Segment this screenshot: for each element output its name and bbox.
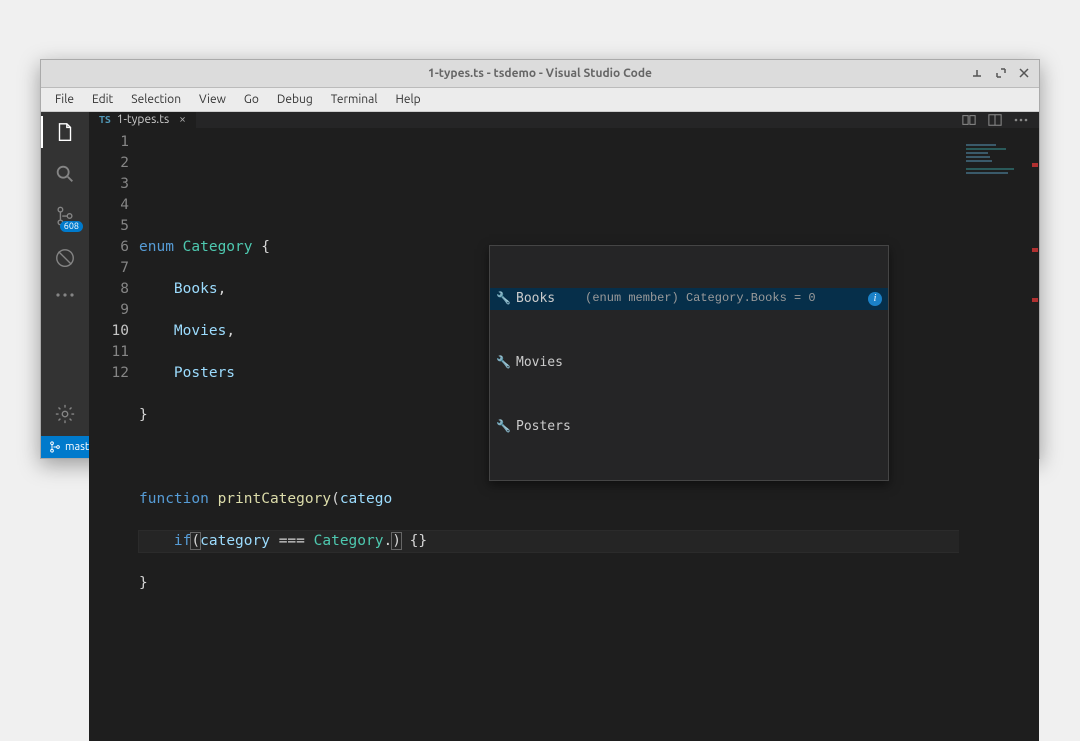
line-number: 8 xyxy=(89,279,129,300)
window-title: 1-types.ts - tsdemo - Visual Studio Code xyxy=(428,67,652,80)
activitybar: 608 xyxy=(41,112,89,436)
scm-badge: 608 xyxy=(60,221,83,232)
menu-terminal[interactable]: Terminal xyxy=(323,91,386,108)
suggestion-item[interactable]: 🔧 Posters xyxy=(490,416,888,438)
body: 608 TS 1-types.ts × xyxy=(41,112,1039,436)
overview-marker xyxy=(1032,248,1038,252)
menu-view[interactable]: View xyxy=(191,91,234,108)
settings-gear-icon[interactable] xyxy=(51,400,79,428)
search-icon[interactable] xyxy=(51,160,79,188)
editor[interactable]: 1 2 3 4 5 6 7 8 9 10 11 12 enum Category… xyxy=(89,128,1039,741)
line-number: 10 xyxy=(89,321,129,342)
suggestion-widget[interactable]: 🔧 Books (enum member) Category.Books = 0… xyxy=(489,245,889,481)
line-number: 1 xyxy=(89,132,129,153)
debug-icon[interactable] xyxy=(51,244,79,272)
code-line xyxy=(139,153,959,174)
line-number: 2 xyxy=(89,153,129,174)
line-number: 7 xyxy=(89,258,129,279)
overview-marker xyxy=(1032,298,1038,302)
suggestion-label: Movies xyxy=(516,352,563,373)
tabbar: TS 1-types.ts × xyxy=(89,112,1039,128)
tab-close-icon[interactable]: × xyxy=(179,113,186,126)
suggestion-item[interactable]: 🔧 Movies xyxy=(490,352,888,374)
line-number: 3 xyxy=(89,174,129,195)
line-number: 5 xyxy=(89,216,129,237)
wrench-icon: 🔧 xyxy=(496,416,510,437)
source-control-icon[interactable]: 608 xyxy=(51,202,79,230)
wrench-icon: 🔧 xyxy=(496,352,510,373)
tab-filename: 1-types.ts xyxy=(117,113,169,126)
menu-selection[interactable]: Selection xyxy=(123,91,189,108)
more-actions-icon[interactable] xyxy=(1013,112,1029,128)
close-icon[interactable] xyxy=(1019,68,1033,78)
explorer-icon[interactable] xyxy=(51,118,79,146)
menu-go[interactable]: Go xyxy=(236,91,267,108)
split-editor-icon[interactable] xyxy=(987,112,1003,128)
maximize-icon[interactable] xyxy=(995,67,1009,79)
minimize-icon[interactable] xyxy=(971,67,985,79)
code-line: if(category === Category.) {} xyxy=(139,531,959,552)
editor-actions xyxy=(951,112,1039,128)
wrench-icon: 🔧 xyxy=(496,288,510,309)
suggestion-label: Books xyxy=(516,288,555,309)
code-area[interactable]: enum Category { Books, Movies, Posters }… xyxy=(139,128,959,741)
overview-marker xyxy=(1032,163,1038,167)
line-number: 6 xyxy=(89,237,129,258)
code-line: function printCategory(catego xyxy=(139,489,959,510)
code-line: } xyxy=(139,573,959,594)
suggestion-label: Posters xyxy=(516,416,571,437)
titlebar: 1-types.ts - tsdemo - Visual Studio Code xyxy=(41,60,1039,88)
menubar: File Edit Selection View Go Debug Termin… xyxy=(41,88,1039,112)
editor-group: TS 1-types.ts × xyxy=(89,112,1039,436)
menu-file[interactable]: File xyxy=(47,91,82,108)
menu-edit[interactable]: Edit xyxy=(84,91,121,108)
tab-1-types[interactable]: TS 1-types.ts × xyxy=(89,112,197,128)
vscode-window: 1-types.ts - tsdemo - Visual Studio Code… xyxy=(40,59,1040,459)
compare-icon[interactable] xyxy=(961,112,977,128)
line-number: 4 xyxy=(89,195,129,216)
line-number: 12 xyxy=(89,363,129,384)
line-number: 11 xyxy=(89,342,129,363)
line-number: 9 xyxy=(89,300,129,321)
info-icon[interactable]: i xyxy=(868,292,882,306)
code-line xyxy=(139,615,959,636)
minimap[interactable] xyxy=(959,128,1039,741)
menu-help[interactable]: Help xyxy=(387,91,428,108)
more-icon[interactable] xyxy=(51,286,79,304)
suggestion-item[interactable]: 🔧 Books (enum member) Category.Books = 0… xyxy=(490,288,888,310)
window-controls xyxy=(971,60,1033,87)
suggestion-detail: (enum member) Category.Books = 0 xyxy=(585,288,815,309)
line-number-gutter: 1 2 3 4 5 6 7 8 9 10 11 12 xyxy=(89,128,139,741)
typescript-file-icon: TS xyxy=(99,114,111,125)
menu-debug[interactable]: Debug xyxy=(269,91,321,108)
code-line xyxy=(139,195,959,216)
